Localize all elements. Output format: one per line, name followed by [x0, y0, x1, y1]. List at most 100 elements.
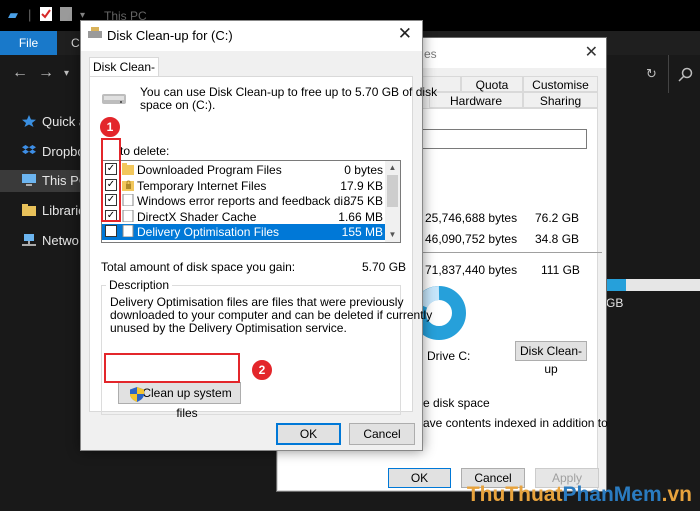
free-space-bytes: 46,090,752 bytes: [425, 232, 518, 246]
dialog-cancel-button[interactable]: Cancel: [349, 423, 415, 445]
separator: |: [28, 7, 32, 22]
scroll-thumb[interactable]: [387, 175, 398, 207]
nav-label: Librarie: [42, 203, 86, 218]
capacity-bytes: 71,837,440 bytes: [425, 263, 518, 277]
files-to-delete-list[interactable]: ✓ Downloaded Program Files 0 bytes ✓ Tem…: [101, 160, 401, 243]
tab-quota[interactable]: Quota: [461, 76, 523, 92]
description-legend: Description: [106, 278, 173, 292]
file-size: 0 bytes: [344, 163, 383, 177]
list-item[interactable]: ✓ Temporary Internet Files 17.9 KB: [102, 178, 385, 194]
watermark-part-3: .vn: [661, 483, 692, 506]
properties-ok-button[interactable]: OK: [388, 468, 451, 488]
forward-arrow-icon[interactable]: →: [38, 64, 54, 82]
drive-size-partial: GB: [606, 296, 624, 310]
drive-name-input[interactable]: [422, 129, 587, 149]
tab-disk-cleanup[interactable]: Disk Clean-up: [89, 57, 159, 93]
file-icon: [122, 225, 134, 237]
divider: [412, 252, 602, 253]
nav-item-libraries[interactable]: Librarie: [22, 201, 85, 221]
scroll-down-icon[interactable]: ▼: [385, 228, 400, 242]
back-arrow-icon[interactable]: ←: [12, 64, 28, 82]
file-size: 875 KB: [343, 194, 383, 208]
description-line-2: downloaded to your computer and can be d…: [110, 308, 433, 322]
properties-quick-icon[interactable]: [40, 7, 52, 24]
computer-icon: [22, 174, 36, 186]
drive-usage-bar: [606, 279, 700, 291]
file-name: Delivery Optimisation Files: [137, 225, 280, 239]
intro-line-1: You can use Disk Clean-up to free up to …: [140, 85, 438, 99]
file-name: Downloaded Program Files: [137, 163, 282, 177]
annotation-badge-1: 1: [99, 116, 121, 138]
disk-cleanup-app-icon: [88, 27, 102, 38]
drive-label: Drive C:: [427, 349, 471, 363]
clean-up-system-files-button[interactable]: Clean up system files: [118, 382, 241, 420]
index-option[interactable]: ave contents indexed in addition to: [423, 416, 608, 430]
free-space-gb: 34.8 GB: [535, 232, 580, 246]
disk-cleanup-dialog: Disk Clean-up for (C:) ✕ Disk Clean-up Y…: [80, 20, 437, 451]
watermark: ThuThuatPhanMem.vn: [467, 483, 692, 507]
list-scrollbar[interactable]: ▲ ▼: [385, 161, 400, 242]
file-size: 1.66 MB: [338, 209, 383, 224]
intro-line-2: space on (C:).: [140, 98, 216, 112]
dialog-ok-button[interactable]: OK: [276, 423, 341, 445]
folder-icon: [122, 163, 134, 175]
properties-close-icon[interactable]: ✕: [585, 42, 598, 62]
watermark-part-1: ThuThuat: [466, 483, 563, 506]
drive-usage-fill: [606, 279, 626, 291]
explorer-app-icon: ▰: [8, 7, 18, 22]
file-name: Temporary Internet Files: [137, 178, 267, 193]
file-name: Windows error reports and feedback di...: [137, 194, 354, 208]
file-icon: [122, 194, 134, 206]
lock-folder-icon: [122, 180, 134, 191]
nav-item-dropbox[interactable]: Dropbo: [22, 142, 85, 162]
nav-label: Dropbo: [42, 144, 85, 159]
watermark-part-2: PhanMem: [562, 483, 662, 506]
total-space-label: Total amount of disk space you gain:: [101, 260, 296, 274]
libraries-icon: [22, 204, 36, 216]
network-icon: [22, 234, 36, 246]
dropbox-icon: [22, 145, 36, 154]
nav-label: Netwo: [42, 233, 79, 248]
compress-drive-option[interactable]: e disk space: [423, 396, 490, 410]
list-item[interactable]: ✓ Downloaded Program Files 0 bytes: [102, 162, 385, 178]
annotation-badge-2: 2: [251, 359, 273, 381]
used-space-gb: 76.2 GB: [535, 211, 580, 225]
annotation-highlight-cleanup-button: [104, 353, 240, 383]
tab-sharing[interactable]: Sharing: [523, 92, 598, 108]
list-item[interactable]: ✓ Windows error reports and feedback di.…: [102, 193, 385, 209]
dialog-close-icon[interactable]: ✕: [398, 24, 412, 44]
files-to-delete-label: to delete:: [120, 144, 170, 158]
file-icon: [122, 209, 134, 222]
recent-locations-icon[interactable]: ▾: [64, 68, 69, 79]
refresh-icon[interactable]: ↻: [646, 66, 657, 82]
description-line-1: Delivery Optimisation files are files th…: [110, 295, 404, 309]
capacity-gb: 111 GB: [541, 263, 580, 277]
file-name: DirectX Shader Cache: [137, 209, 257, 224]
properties-title: es: [424, 47, 437, 61]
uac-shield-icon: [130, 387, 144, 402]
nav-item-quick-access[interactable]: Quick a: [22, 112, 86, 132]
nav-item-network[interactable]: Netwo: [22, 231, 79, 251]
list-item[interactable]: ✓ DirectX Shader Cache 1.66 MB: [102, 209, 385, 225]
annotation-highlight-checkboxes: [101, 138, 121, 222]
properties-disk-cleanup-button[interactable]: Disk Clean-up: [515, 341, 587, 376]
total-space-value: 5.70 GB: [362, 260, 407, 274]
star-icon: [22, 115, 36, 127]
search-box[interactable]: [668, 55, 700, 93]
used-space-bytes: 25,746,688 bytes: [425, 211, 518, 225]
search-icon: [678, 67, 693, 82]
file-tab[interactable]: File: [0, 31, 57, 55]
ribbon-tab-partial[interactable]: C: [71, 36, 80, 50]
file-size: 17.9 KB: [340, 178, 383, 193]
dialog-body: Disk Clean-up You can use Disk Clean-up …: [81, 51, 437, 450]
nav-item-this-pc[interactable]: This PC: [22, 171, 88, 191]
hard-drive-icon: [102, 94, 126, 104]
tab-customise[interactable]: Customise: [523, 76, 598, 92]
file-size: 155 MB: [341, 225, 383, 239]
checkbox[interactable]: ✓: [105, 225, 117, 237]
scroll-up-icon[interactable]: ▲: [385, 161, 400, 175]
tab-hardware[interactable]: Hardware: [429, 92, 523, 108]
list-item-selected[interactable]: ✓ Delivery Optimisation Files 155 MB: [102, 224, 385, 240]
dialog-title: Disk Clean-up for (C:): [107, 28, 233, 43]
new-folder-quick-icon[interactable]: [60, 7, 72, 24]
